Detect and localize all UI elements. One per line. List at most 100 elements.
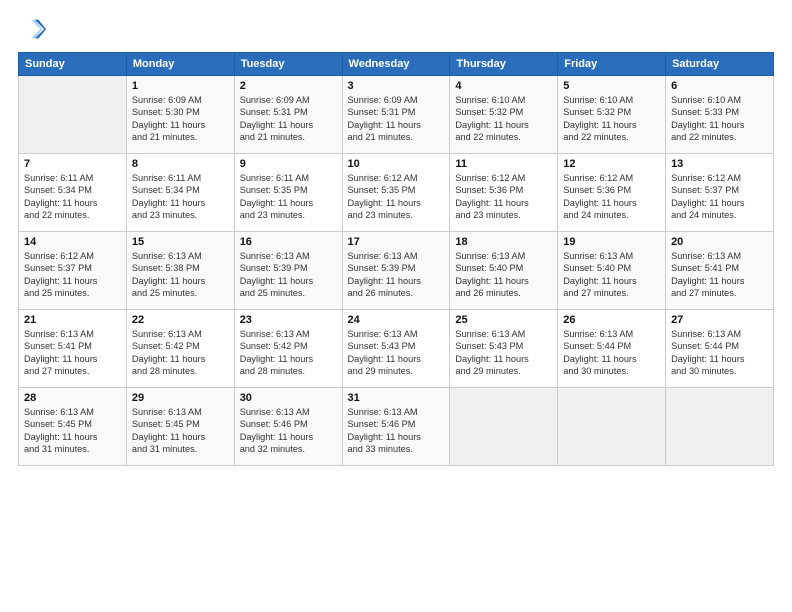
day-number: 9 (240, 158, 337, 170)
calendar-cell: 5Sunrise: 6:10 AM Sunset: 5:32 PM Daylig… (558, 76, 666, 154)
day-info: Sunrise: 6:13 AM Sunset: 5:44 PM Dayligh… (671, 328, 768, 378)
day-number: 3 (348, 80, 445, 92)
day-number: 13 (671, 158, 768, 170)
calendar-week-4: 21 Sunrise: 6:13 AM Sunset: 5:41 PM Dayli… (19, 310, 774, 388)
day-number: 28 (24, 392, 121, 404)
day-info: Sunrise: 6:09 AM Sunset: 5:30 PM Dayligh… (132, 94, 229, 144)
day-number: 16 (240, 236, 337, 248)
day-info: Sunrise: 6:12 AM Sunset: 5:36 PM Dayligh… (455, 172, 552, 222)
day-info: Sunrise: 6:13 AM Sunset: 5:41 PM Dayligh… (24, 328, 121, 378)
day-number: 2 (240, 80, 337, 92)
day-number: 22 (132, 314, 229, 326)
day-info: Sunrise: 6:13 AM Sunset: 5:38 PM Dayligh… (132, 250, 229, 300)
day-number: 29 (132, 392, 229, 404)
calendar-cell: 11 Sunrise: 6:12 AM Sunset: 5:36 PM Dayli… (450, 154, 558, 232)
calendar-cell: 19 Sunrise: 6:13 AM Sunset: 5:40 PM Dayli… (558, 232, 666, 310)
calendar-cell: 2 Sunrise: 6:09 AM Sunset: 5:31 PM Daylig… (234, 76, 342, 154)
calendar-cell: 30Sunrise: 6:13 AM Sunset: 5:46 PM Dayli… (234, 388, 342, 466)
calendar-cell: 16 Sunrise: 6:13 AM Sunset: 5:39 PM Dayli… (234, 232, 342, 310)
day-info: Sunrise: 6:13 AM Sunset: 5:40 PM Dayligh… (455, 250, 552, 300)
day-number: 4 (455, 80, 552, 92)
calendar-cell: 14 Sunrise: 6:12 AM Sunset: 5:37 PM Dayli… (19, 232, 127, 310)
day-number: 8 (132, 158, 229, 170)
day-info: Sunrise: 6:10 AM Sunset: 5:33 PM Dayligh… (671, 94, 768, 144)
day-number: 15 (132, 236, 229, 248)
day-number: 31 (348, 392, 445, 404)
day-info: Sunrise: 6:13 AM Sunset: 5:39 PM Dayligh… (348, 250, 445, 300)
weekday-monday: Monday (126, 53, 234, 76)
weekday-wednesday: Wednesday (342, 53, 450, 76)
day-info: Sunrise: 6:13 AM Sunset: 5:43 PM Dayligh… (348, 328, 445, 378)
calendar-cell: 27Sunrise: 6:13 AM Sunset: 5:44 PM Dayli… (666, 310, 774, 388)
calendar-cell: 6 Sunrise: 6:10 AM Sunset: 5:33 PM Daylig… (666, 76, 774, 154)
calendar-cell: 3 Sunrise: 6:09 AM Sunset: 5:31 PM Daylig… (342, 76, 450, 154)
day-info: Sunrise: 6:11 AM Sunset: 5:35 PM Dayligh… (240, 172, 337, 222)
calendar-cell: 21 Sunrise: 6:13 AM Sunset: 5:41 PM Dayli… (19, 310, 127, 388)
weekday-thursday: Thursday (450, 53, 558, 76)
day-info: Sunrise: 6:12 AM Sunset: 5:37 PM Dayligh… (24, 250, 121, 300)
day-info: Sunrise: 6:10 AM Sunset: 5:32 PM Dayligh… (455, 94, 552, 144)
day-number: 11 (455, 158, 552, 170)
day-number: 6 (671, 80, 768, 92)
weekday-friday: Friday (558, 53, 666, 76)
calendar-cell: 13 Sunrise: 6:12 AM Sunset: 5:37 PM Dayli… (666, 154, 774, 232)
calendar-cell: 29 Sunrise: 6:13 AM Sunset: 5:45 PM Dayli… (126, 388, 234, 466)
day-info: Sunrise: 6:13 AM Sunset: 5:46 PM Dayligh… (240, 406, 337, 456)
day-info: Sunrise: 6:13 AM Sunset: 5:44 PM Dayligh… (563, 328, 660, 378)
day-number: 19 (563, 236, 660, 248)
calendar-cell: 12Sunrise: 6:12 AM Sunset: 5:36 PM Dayli… (558, 154, 666, 232)
day-info: Sunrise: 6:09 AM Sunset: 5:31 PM Dayligh… (348, 94, 445, 144)
calendar-header: SundayMondayTuesdayWednesdayThursdayFrid… (19, 53, 774, 76)
day-info: Sunrise: 6:13 AM Sunset: 5:45 PM Dayligh… (24, 406, 121, 456)
calendar-cell: 4 Sunrise: 6:10 AM Sunset: 5:32 PM Daylig… (450, 76, 558, 154)
calendar-body: 1 Sunrise: 6:09 AM Sunset: 5:30 PM Daylig… (19, 76, 774, 466)
calendar-cell: 23 Sunrise: 6:13 AM Sunset: 5:42 PM Dayli… (234, 310, 342, 388)
day-info: Sunrise: 6:13 AM Sunset: 5:43 PM Dayligh… (455, 328, 552, 378)
calendar-cell: 10Sunrise: 6:12 AM Sunset: 5:35 PM Dayli… (342, 154, 450, 232)
day-info: Sunrise: 6:13 AM Sunset: 5:46 PM Dayligh… (348, 406, 445, 456)
day-info: Sunrise: 6:13 AM Sunset: 5:39 PM Dayligh… (240, 250, 337, 300)
calendar-cell (558, 388, 666, 466)
day-info: Sunrise: 6:12 AM Sunset: 5:37 PM Dayligh… (671, 172, 768, 222)
calendar-week-1: 1 Sunrise: 6:09 AM Sunset: 5:30 PM Daylig… (19, 76, 774, 154)
calendar-cell: 18Sunrise: 6:13 AM Sunset: 5:40 PM Dayli… (450, 232, 558, 310)
header (18, 16, 774, 44)
day-number: 23 (240, 314, 337, 326)
weekday-saturday: Saturday (666, 53, 774, 76)
day-info: Sunrise: 6:13 AM Sunset: 5:45 PM Dayligh… (132, 406, 229, 456)
calendar-cell: 17Sunrise: 6:13 AM Sunset: 5:39 PM Dayli… (342, 232, 450, 310)
calendar-cell: 9 Sunrise: 6:11 AM Sunset: 5:35 PM Daylig… (234, 154, 342, 232)
day-info: Sunrise: 6:13 AM Sunset: 5:42 PM Dayligh… (132, 328, 229, 378)
calendar-week-2: 7 Sunrise: 6:11 AM Sunset: 5:34 PM Daylig… (19, 154, 774, 232)
day-number: 12 (563, 158, 660, 170)
day-info: Sunrise: 6:13 AM Sunset: 5:41 PM Dayligh… (671, 250, 768, 300)
day-number: 20 (671, 236, 768, 248)
calendar-cell: 26 Sunrise: 6:13 AM Sunset: 5:44 PM Dayli… (558, 310, 666, 388)
calendar-cell: 28 Sunrise: 6:13 AM Sunset: 5:45 PM Dayli… (19, 388, 127, 466)
logo (18, 16, 50, 44)
calendar-week-5: 28 Sunrise: 6:13 AM Sunset: 5:45 PM Dayli… (19, 388, 774, 466)
day-number: 21 (24, 314, 121, 326)
day-info: Sunrise: 6:13 AM Sunset: 5:40 PM Dayligh… (563, 250, 660, 300)
page: SundayMondayTuesdayWednesdayThursdayFrid… (0, 0, 792, 612)
calendar-week-3: 14 Sunrise: 6:12 AM Sunset: 5:37 PM Dayli… (19, 232, 774, 310)
day-number: 1 (132, 80, 229, 92)
calendar-cell: 25Sunrise: 6:13 AM Sunset: 5:43 PM Dayli… (450, 310, 558, 388)
weekday-tuesday: Tuesday (234, 53, 342, 76)
day-info: Sunrise: 6:11 AM Sunset: 5:34 PM Dayligh… (24, 172, 121, 222)
calendar-cell: 22 Sunrise: 6:13 AM Sunset: 5:42 PM Dayli… (126, 310, 234, 388)
calendar-cell (19, 76, 127, 154)
day-number: 14 (24, 236, 121, 248)
day-number: 26 (563, 314, 660, 326)
calendar-cell: 1 Sunrise: 6:09 AM Sunset: 5:30 PM Daylig… (126, 76, 234, 154)
weekday-sunday: Sunday (19, 53, 127, 76)
day-info: Sunrise: 6:12 AM Sunset: 5:35 PM Dayligh… (348, 172, 445, 222)
logo-icon (18, 16, 46, 44)
day-number: 7 (24, 158, 121, 170)
calendar-cell: 24Sunrise: 6:13 AM Sunset: 5:43 PM Dayli… (342, 310, 450, 388)
calendar-table: SundayMondayTuesdayWednesdayThursdayFrid… (18, 52, 774, 466)
day-info: Sunrise: 6:13 AM Sunset: 5:42 PM Dayligh… (240, 328, 337, 378)
weekday-header-row: SundayMondayTuesdayWednesdayThursdayFrid… (19, 53, 774, 76)
calendar-cell (666, 388, 774, 466)
day-info: Sunrise: 6:09 AM Sunset: 5:31 PM Dayligh… (240, 94, 337, 144)
